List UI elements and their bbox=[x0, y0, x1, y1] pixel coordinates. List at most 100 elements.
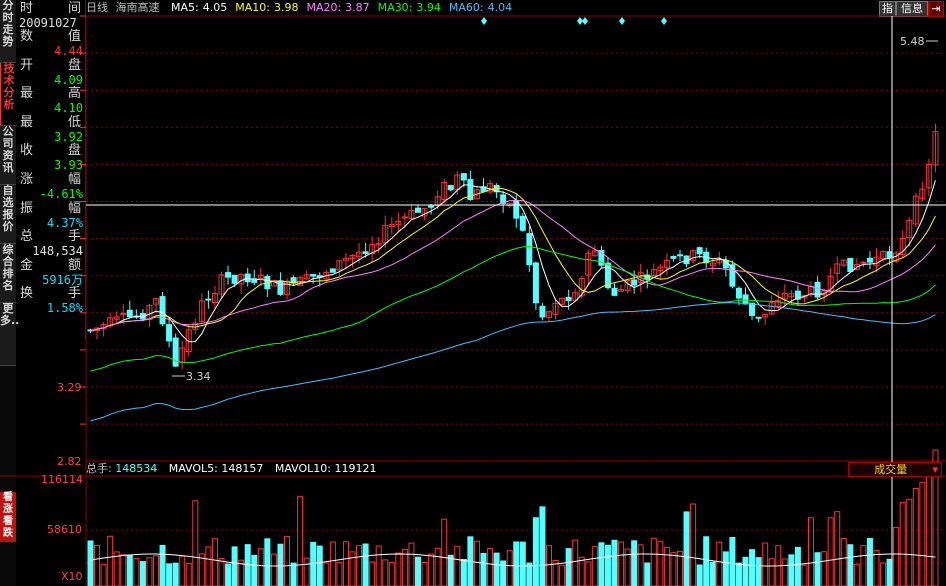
volume-bar bbox=[225, 563, 232, 586]
volume-bar bbox=[257, 548, 264, 586]
volume-bar bbox=[408, 542, 415, 586]
volume-bar bbox=[447, 554, 454, 586]
mavol10-value: 119121 bbox=[334, 462, 377, 475]
volume-bar bbox=[356, 545, 363, 586]
volume-bar bbox=[126, 554, 133, 586]
volume-unit: X10 bbox=[61, 570, 83, 583]
volume-bar bbox=[663, 546, 670, 586]
mavol5-value: 148157 bbox=[221, 462, 264, 475]
volume-bar bbox=[336, 561, 343, 586]
volume-bar bbox=[303, 557, 310, 586]
volume-bar bbox=[192, 500, 199, 586]
volume-bar bbox=[847, 544, 854, 586]
volume-bar bbox=[107, 535, 114, 586]
volume-bar bbox=[480, 552, 487, 586]
volume-bar bbox=[310, 541, 317, 586]
volume-bar bbox=[703, 536, 710, 586]
volume-bar bbox=[546, 545, 552, 586]
signal-diamond-icon bbox=[619, 17, 625, 25]
candle-body bbox=[329, 268, 336, 273]
indicator-select-button[interactable]: 成交量 ▾ bbox=[848, 462, 942, 477]
candle-body bbox=[362, 251, 369, 254]
candle-body bbox=[310, 274, 317, 277]
candle-body bbox=[860, 261, 867, 264]
candle-body bbox=[225, 272, 232, 278]
ma-line-10 bbox=[90, 187, 936, 332]
volume-bar bbox=[454, 545, 461, 586]
volume-bar bbox=[487, 548, 494, 586]
candle-body bbox=[565, 296, 572, 302]
volume-bar bbox=[277, 543, 284, 586]
volume-bar bbox=[362, 543, 369, 586]
volume-bar bbox=[231, 546, 238, 586]
signal-diamond-icon bbox=[582, 17, 588, 25]
volume-total-label: 总手: bbox=[86, 462, 112, 475]
max-price-label: 5.48 bbox=[900, 35, 925, 48]
candle-body bbox=[205, 298, 212, 301]
volume-bar bbox=[762, 542, 769, 586]
volume-bar bbox=[264, 538, 271, 586]
volume-bar bbox=[749, 549, 756, 586]
volume-bar bbox=[166, 563, 173, 586]
signal-diamond-icon bbox=[481, 17, 487, 25]
volume-bar bbox=[401, 548, 408, 586]
volume-bar bbox=[532, 517, 539, 586]
volume-bar bbox=[604, 544, 611, 586]
volume-bar bbox=[421, 561, 428, 586]
volume-bar bbox=[519, 541, 526, 586]
candle-body bbox=[539, 305, 546, 318]
ma-line-60 bbox=[90, 302, 936, 422]
volume-bar bbox=[886, 558, 893, 586]
volume-bar bbox=[211, 538, 218, 586]
volume-bar bbox=[794, 546, 801, 586]
volume-bar bbox=[880, 562, 887, 586]
volume-bar bbox=[709, 561, 716, 586]
volume-bar bbox=[290, 562, 297, 586]
volume-bar bbox=[821, 551, 828, 586]
volume-bar bbox=[375, 545, 382, 586]
mavol10-label: MAVOL10: bbox=[274, 462, 331, 475]
candle-body bbox=[166, 324, 173, 342]
candle-body bbox=[696, 247, 703, 255]
candle-body bbox=[847, 257, 854, 273]
volume-bar bbox=[539, 506, 546, 586]
volume-bar bbox=[644, 562, 651, 586]
volume-bar bbox=[866, 538, 873, 586]
candle-body bbox=[172, 337, 179, 367]
candle-body bbox=[886, 251, 893, 258]
volume-bar bbox=[342, 541, 349, 586]
volume-bar bbox=[559, 564, 566, 586]
volume-bar bbox=[434, 547, 441, 586]
mavol5-label: MAVOL5: bbox=[168, 462, 218, 475]
volume-bar bbox=[473, 540, 480, 586]
volume-header: 总手: 148534 MAVOL5: 148157 MAVOL10: 11912… bbox=[86, 461, 377, 476]
volume-bar bbox=[441, 518, 448, 586]
candle-body bbox=[126, 309, 133, 318]
volume-bar bbox=[113, 551, 120, 586]
candle-body bbox=[670, 255, 677, 259]
volume-bar bbox=[893, 526, 900, 586]
volume-bar bbox=[611, 539, 618, 586]
volume-bar bbox=[873, 549, 880, 586]
volume-bar bbox=[925, 471, 932, 586]
volume-axis-label: 116114 bbox=[41, 473, 83, 486]
volume-bar bbox=[565, 548, 572, 586]
volume-bar bbox=[251, 554, 258, 586]
volume-bar bbox=[526, 562, 533, 586]
volume-bar bbox=[316, 545, 323, 586]
volume-bar bbox=[906, 498, 913, 586]
volume-bar bbox=[742, 556, 749, 586]
candle-body bbox=[447, 185, 454, 191]
volume-bar bbox=[493, 552, 500, 586]
volume-bar bbox=[827, 517, 834, 586]
volume-bar bbox=[460, 558, 467, 586]
volume-bar bbox=[159, 544, 166, 586]
volume-bar bbox=[244, 544, 251, 586]
volume-bar bbox=[323, 562, 330, 586]
kline-chart[interactable]: 5.48 3.34 bbox=[0, 0, 946, 586]
volume-bar bbox=[139, 561, 146, 586]
candle-body bbox=[742, 294, 749, 305]
volume-bar bbox=[146, 557, 153, 586]
candle-body bbox=[401, 216, 408, 219]
candle-body bbox=[677, 254, 683, 257]
